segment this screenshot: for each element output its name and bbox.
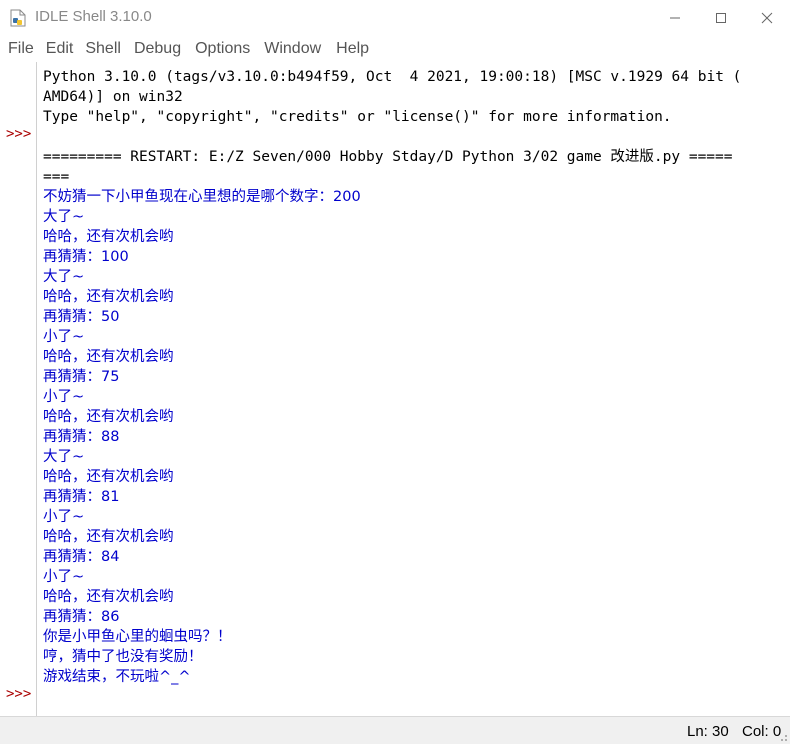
menu-edit[interactable]: Edit <box>46 38 74 62</box>
close-button[interactable] <box>744 0 790 36</box>
minimize-button[interactable] <box>652 0 698 36</box>
close-icon <box>761 12 773 24</box>
program-output-line: 大了~ <box>43 449 85 465</box>
resize-grip-icon[interactable] <box>778 732 788 742</box>
program-output-line: 不妨猜一下小甲鱼现在心里想的是哪个数字：200 <box>43 189 361 205</box>
program-output-line: 哼，猜中了也没有奖励！ <box>43 649 203 665</box>
shell-text-line: Python 3.10.0 (tags/v3.10.0:b494f59, Oct… <box>43 69 742 85</box>
maximize-button[interactable] <box>698 0 744 36</box>
shell-prompt-current: >>> <box>6 686 32 702</box>
program-output-line: 再猜猜：84 <box>43 549 120 565</box>
window-title: IDLE Shell 3.10.0 <box>35 8 152 25</box>
program-output-line: 哈哈，还有次机会哟 <box>43 289 174 305</box>
shell-text-line: AMD64)] on win32 <box>43 89 183 105</box>
program-output-line: 大了~ <box>43 269 85 285</box>
menu-bar: File Edit Shell Debug Options Window Hel… <box>0 38 790 62</box>
title-bar[interactable]: IDLE Shell 3.10.0 <box>0 0 790 36</box>
shell-output-area[interactable]: Python 3.10.0 (tags/v3.10.0:b494f59, Oct… <box>37 62 790 716</box>
menu-shell[interactable]: Shell <box>85 38 121 62</box>
status-bar: Ln: 30 Col: 0 <box>0 716 790 744</box>
prompt-sidebar: >>> >>> <box>0 62 37 716</box>
program-output-line: 再猜猜：50 <box>43 309 120 325</box>
program-output-line: 再猜猜：100 <box>43 249 129 265</box>
menu-file[interactable]: File <box>8 38 34 62</box>
program-output-line: 哈哈，还有次机会哟 <box>43 229 174 245</box>
program-output-line: 你是小甲鱼心里的蛔虫吗？！ <box>43 629 232 645</box>
menu-options[interactable]: Options <box>195 38 250 62</box>
shell-text-line: ========= RESTART: E:/Z Seven/000 Hobby … <box>43 149 733 165</box>
program-output-line: 哈哈，还有次机会哟 <box>43 469 174 485</box>
program-output-line: 大了~ <box>43 209 85 225</box>
program-output-line: 哈哈，还有次机会哟 <box>43 589 174 605</box>
maximize-icon <box>716 13 726 23</box>
program-output-line: 再猜猜：81 <box>43 489 120 505</box>
program-output-line: 游戏结束，不玩啦^_^ <box>43 669 191 685</box>
program-output-line: 哈哈，还有次机会哟 <box>43 529 174 545</box>
program-output-line: 小了~ <box>43 509 85 525</box>
program-output-line: 哈哈，还有次机会哟 <box>43 409 174 425</box>
idle-shell-window: IDLE Shell 3.10.0 File Edit Shell Debug … <box>0 0 790 744</box>
menu-window[interactable]: Window <box>264 38 321 62</box>
shell-text-line: Type "help", "copyright", "credits" or "… <box>43 109 672 125</box>
shell-text-line: === <box>43 169 70 185</box>
status-line: Ln: 30 <box>687 723 729 740</box>
program-output-line: 小了~ <box>43 389 85 405</box>
menu-debug[interactable]: Debug <box>134 38 181 62</box>
menu-help[interactable]: Help <box>336 38 369 62</box>
program-output-line: 哈哈，还有次机会哟 <box>43 349 174 365</box>
shell-prompt: >>> <box>6 126 32 142</box>
program-output-line: 小了~ <box>43 329 85 345</box>
program-output-line: 再猜猜：86 <box>43 609 120 625</box>
program-output-line: 再猜猜：88 <box>43 429 120 445</box>
program-output-line: 再猜猜：75 <box>43 369 120 385</box>
program-output-line: 小了~ <box>43 569 85 585</box>
status-column: Col: 0 <box>742 723 782 740</box>
python-file-icon <box>10 9 26 27</box>
minimize-icon <box>670 17 680 19</box>
